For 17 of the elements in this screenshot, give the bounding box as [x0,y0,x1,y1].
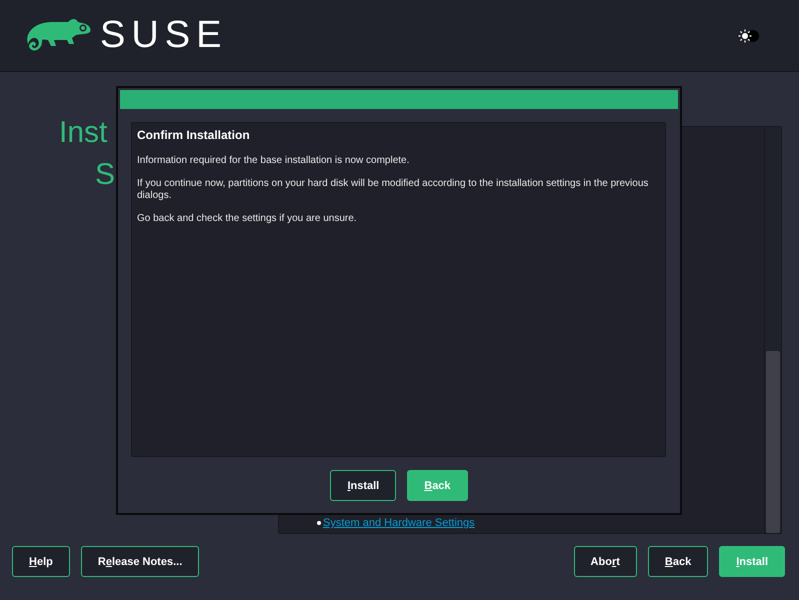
message-text: Information required for the base installation is now complete. [137,155,410,167]
message-text: Go back and check the settings if you are unsure. [137,213,358,225]
scrollbar-thumb[interactable] [766,351,780,533]
dialog-heading: Confirm Installation [137,128,251,142]
help-button[interactable]: Help [12,546,70,577]
back-button[interactable]: Back [648,546,708,577]
install-button[interactable]: Install [330,470,396,501]
abort-button[interactable]: Abort [574,546,637,577]
release-notes-button[interactable]: Release Notes... [80,546,200,577]
brand-name: SUSE [100,14,228,57]
bullet-icon [317,521,321,525]
scrollbar-track[interactable] [764,127,781,533]
page-title: S [95,157,116,193]
theme-toggle-icon[interactable] [737,28,761,44]
settings-link[interactable]: System and Hardware Settings [323,517,475,529]
message-text: If you continue now, partitions on your hard disk will be modified according to the installation settings in the previous dialogs. [137,178,650,202]
page-title: Inst [59,115,108,151]
